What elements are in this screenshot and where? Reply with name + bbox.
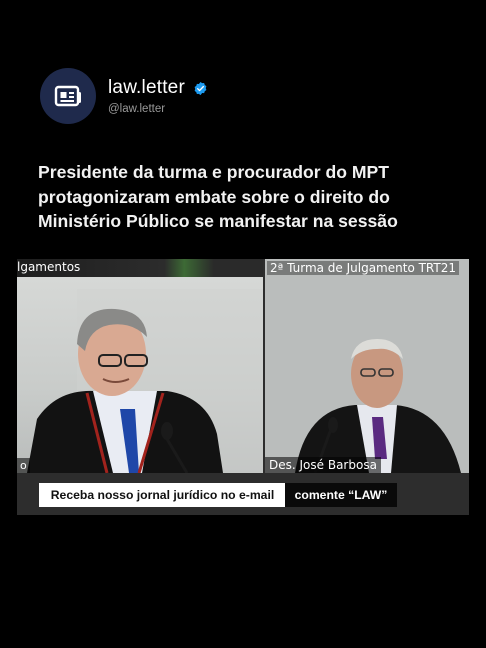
cta-bar: Receba nosso jornal jurídico no e-mail c… [17,480,469,510]
speaker-left-figure [27,289,263,473]
account-avatar[interactable] [40,68,96,124]
video-right-panel: 2ª Turma de Julgamento TRT21 Des. José B… [265,259,469,473]
left-panel-bottom-label: o [17,458,30,473]
video-left-panel: lgamentos o [17,259,263,473]
video-player[interactable]: lgamentos o 2ª Turma de Julgamento TRT21… [17,259,469,515]
post-header: law.letter @law.letter [40,68,208,124]
account-names: law.letter @law.letter [108,77,208,115]
speaker-right-figure [265,259,469,473]
account-name[interactable]: law.letter [108,77,185,99]
newsletter-cta: Receba nosso jornal jurídico no e-mail [39,483,286,507]
newspaper-icon [54,85,81,107]
right-panel-label: 2ª Turma de Julgamento TRT21 [267,261,459,275]
account-handle[interactable]: @law.letter [108,103,208,115]
speaker-name-label: Des. José Barbosa [265,457,381,473]
verified-badge-icon [193,81,208,96]
post-headline: Presidente da turma e procurador do MPT … [38,162,398,231]
comment-cta: comente “LAW” [285,483,397,507]
